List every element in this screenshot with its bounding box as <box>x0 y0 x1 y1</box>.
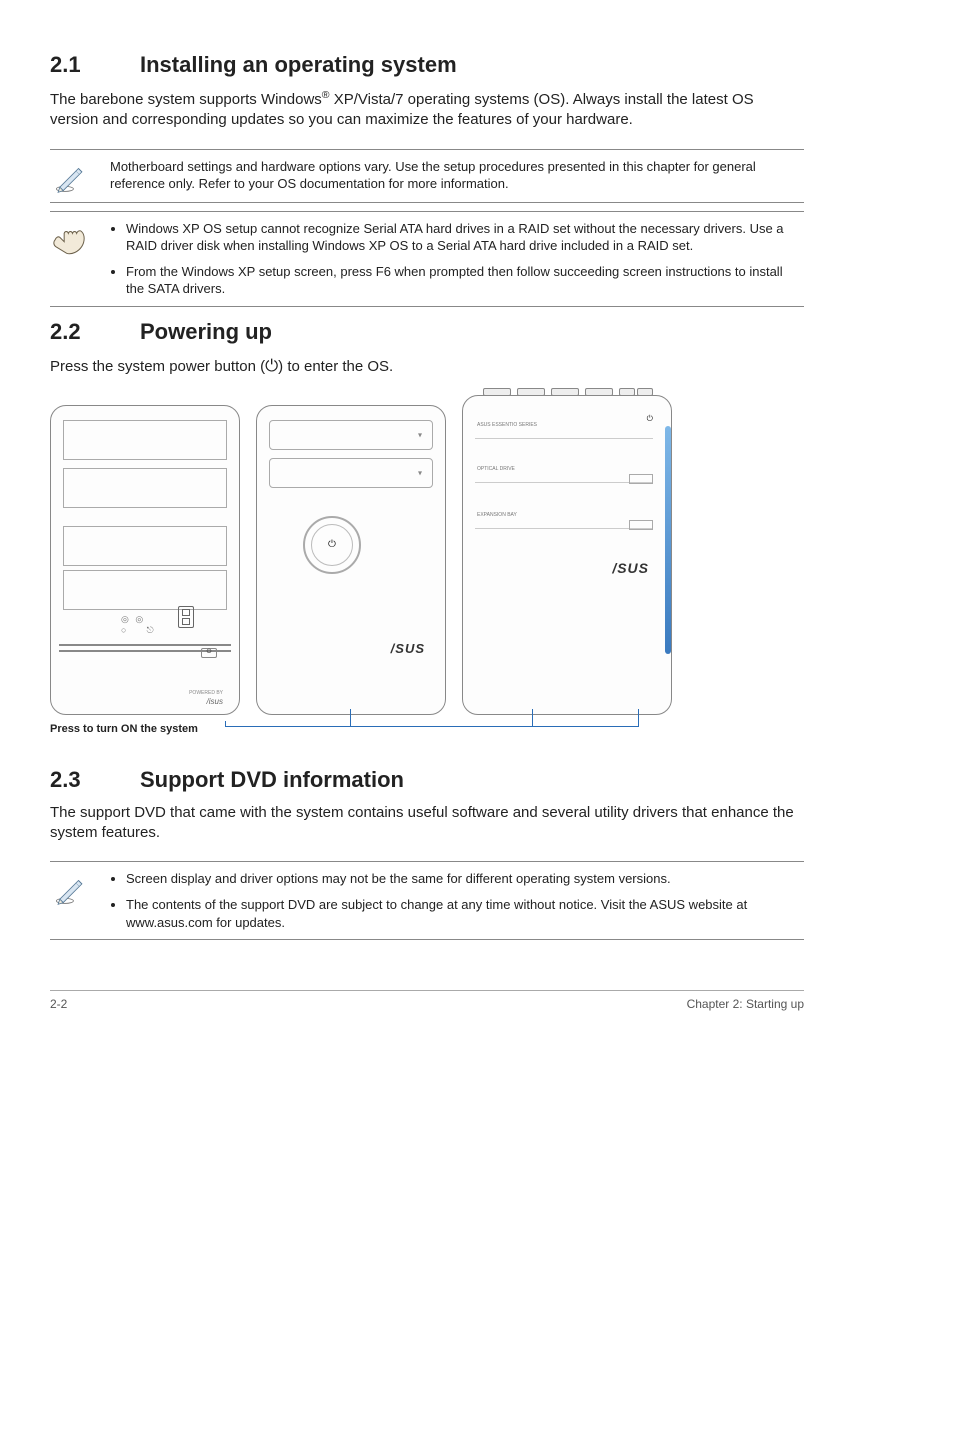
section-heading-2-3: 2.3Support DVD information <box>50 767 804 793</box>
tower-illustration-1: ◎ ◎○ ⎋ ⏻ POWERED BY /isus <box>50 405 240 715</box>
body-paragraph-s2: Press the system power button (⏻) to ent… <box>50 355 804 377</box>
caution-item: Windows XP OS setup cannot recognize Ser… <box>126 220 804 255</box>
caution-text: Windows XP OS setup cannot recognize Ser… <box>110 220 804 298</box>
figure-caption: Press to turn ON the system <box>50 723 198 735</box>
section-heading-2-1: 2.1Installing an operating system <box>50 52 804 78</box>
tower-illustration-2: ▾ ▾ ⏻ /SUS <box>256 405 446 715</box>
power-symbol: ⏻ <box>647 414 653 424</box>
body-paragraph-s1: The barebone system supports Windows® XP… <box>50 88 804 131</box>
section-number: 2.1 <box>50 52 140 78</box>
note-text: Motherboard settings and hardware option… <box>110 158 804 193</box>
section-number: 2.2 <box>50 319 140 345</box>
pencil-icon <box>50 870 90 906</box>
section-title: Installing an operating system <box>140 52 457 77</box>
caution-item: From the Windows XP setup screen, press … <box>126 263 804 298</box>
note-item: The contents of the support DVD are subj… <box>126 896 804 931</box>
power-icon: ⏻ <box>265 357 278 375</box>
pencil-icon <box>50 158 90 194</box>
hand-icon <box>50 220 90 258</box>
tower-illustration-3: ⏻ ASUS ESSENTIO SERIES OPTICAL DRIVE EXP… <box>462 395 672 715</box>
page-footer: 2-2 Chapter 2: Starting up <box>50 990 804 1011</box>
registered-mark: ® <box>322 89 330 101</box>
text-fragment: The barebone system supports Windows <box>50 91 322 108</box>
section-heading-2-2: 2.2Powering up <box>50 319 804 345</box>
brand-logo: /SUS <box>612 560 649 576</box>
text-fragment: Press the system power button ( <box>50 358 265 375</box>
powered-by-text: POWERED BY <box>189 690 223 696</box>
section-title: Support DVD information <box>140 767 404 792</box>
section-title: Powering up <box>140 319 272 344</box>
note-text-2: Screen display and driver options may no… <box>110 870 804 931</box>
text-fragment: ) to enter the OS. <box>278 358 393 375</box>
brand-logo: /SUS <box>391 641 425 656</box>
tower-figure-row: ◎ ◎○ ⎋ ⏻ POWERED BY /isus ▾ ▾ ⏻ /SUS ⏻ A… <box>50 395 804 715</box>
caution-callout: Windows XP OS setup cannot recognize Ser… <box>50 211 804 307</box>
note-item: Screen display and driver options may no… <box>126 870 804 888</box>
body-paragraph-s3: The support DVD that came with the syste… <box>50 803 804 844</box>
brand-logo-small: /isus <box>207 697 223 706</box>
chapter-label: Chapter 2: Starting up <box>687 997 804 1011</box>
page-number: 2-2 <box>50 997 67 1011</box>
figure-caption-row: Press to turn ON the system <box>50 719 804 737</box>
section-number: 2.3 <box>50 767 140 793</box>
note-callout-2: Screen display and driver options may no… <box>50 861 804 940</box>
note-callout: Motherboard settings and hardware option… <box>50 149 804 203</box>
